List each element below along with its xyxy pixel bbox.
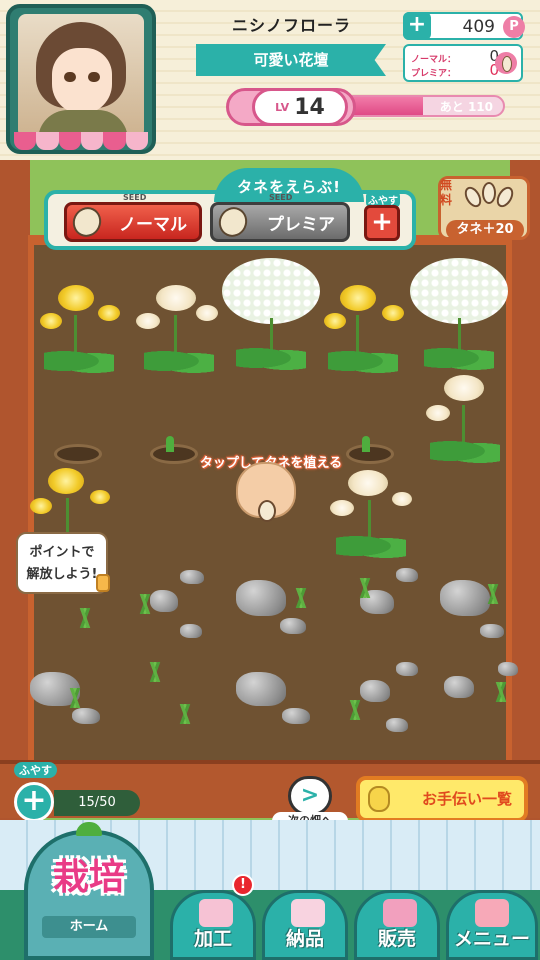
building-icon bbox=[475, 899, 509, 927]
seed-pile-icon bbox=[461, 180, 520, 212]
rock[interactable] bbox=[280, 618, 306, 634]
rock[interactable] bbox=[282, 708, 310, 724]
rock[interactable] bbox=[444, 676, 474, 698]
lock-icon bbox=[96, 574, 110, 592]
sprout bbox=[362, 436, 370, 452]
player-title-banner: 可愛い花壇 bbox=[196, 44, 386, 76]
rock[interactable] bbox=[72, 708, 100, 724]
free-seed-bonus[interactable]: タネ＋20 bbox=[446, 220, 524, 240]
seed-count-panel: ノーマル： 0 プレミア： 0 bbox=[403, 44, 523, 82]
weed bbox=[130, 594, 160, 614]
expand-field-label: ふやす bbox=[14, 762, 57, 778]
tab-cultivate-label: 栽培 bbox=[52, 857, 125, 898]
tab-process-label: 加工 bbox=[193, 928, 232, 950]
normal-seed-label: ノーマル： bbox=[411, 55, 457, 65]
points-panel: + 409 P bbox=[403, 12, 525, 40]
add-points-button[interactable]: + bbox=[403, 12, 431, 40]
seed-icon bbox=[495, 52, 517, 74]
unlock-hint-line2: 解放しよう! bbox=[26, 567, 98, 582]
bouquet-icon bbox=[199, 899, 233, 927]
helper-mascot-icon bbox=[368, 786, 390, 812]
tab-sell[interactable]: 販売 bbox=[354, 890, 440, 960]
sprout-hole[interactable] bbox=[150, 444, 198, 464]
weed bbox=[286, 588, 316, 608]
expand-field-button[interactable]: + bbox=[14, 782, 54, 822]
rock[interactable] bbox=[236, 672, 286, 706]
tab-sell-label: 販売 bbox=[377, 928, 416, 950]
fence-right bbox=[510, 160, 540, 820]
seed-icon bbox=[258, 500, 276, 522]
weed bbox=[478, 584, 508, 604]
fence-left bbox=[0, 160, 30, 820]
weed bbox=[140, 662, 170, 682]
header: ニシノフローラ 可愛い花壇 あと 110 LV 14 + 409 P ノーマル：… bbox=[0, 0, 540, 160]
alert-badge: ! bbox=[232, 874, 254, 896]
normal-seed-button[interactable]: SEED ノーマル bbox=[64, 193, 202, 242]
weed bbox=[60, 688, 90, 708]
rock[interactable] bbox=[236, 580, 286, 616]
seed-icon bbox=[213, 202, 253, 242]
tab-menu-label: メニュー bbox=[453, 928, 530, 950]
weed bbox=[486, 682, 516, 702]
weed bbox=[170, 704, 200, 724]
rock[interactable] bbox=[480, 624, 504, 638]
weed bbox=[350, 578, 380, 598]
tab-menu[interactable]: メニュー bbox=[446, 890, 538, 960]
seed-tag: SEED bbox=[123, 193, 147, 202]
level-badge: LV 14 bbox=[252, 88, 348, 126]
rock[interactable] bbox=[180, 624, 202, 638]
weed bbox=[340, 700, 370, 720]
field-counter: 15/50 bbox=[54, 790, 140, 816]
unlock-hint-bubble[interactable]: ポイントで 解放しよう! bbox=[16, 532, 108, 594]
normal-seed-button-label: ノーマル bbox=[119, 214, 187, 235]
normal-seed-count: ノーマル： 0 bbox=[411, 47, 499, 65]
level-prefix: LV bbox=[275, 100, 290, 114]
weed bbox=[70, 608, 100, 628]
free-label: 無料 bbox=[440, 178, 453, 207]
points-icon: P bbox=[503, 16, 525, 38]
premium-seed-button[interactable]: SEED プレミア bbox=[210, 193, 350, 242]
tab-home-label: ホーム bbox=[42, 916, 136, 938]
rock[interactable] bbox=[396, 662, 418, 676]
gift-box-icon bbox=[291, 899, 325, 927]
rock[interactable] bbox=[360, 680, 390, 702]
tab-deliver[interactable]: 納品 bbox=[262, 890, 348, 960]
level-remaining-text: あと 110 bbox=[439, 100, 493, 114]
unlock-hint-line1: ポイントで bbox=[29, 545, 95, 560]
level-value: 14 bbox=[294, 94, 325, 120]
sprout-hole[interactable] bbox=[346, 444, 394, 464]
premium-seed-label: プレミア： bbox=[411, 69, 457, 79]
rock[interactable] bbox=[180, 570, 204, 584]
empty-planting-hole[interactable] bbox=[54, 444, 102, 464]
rock[interactable] bbox=[396, 568, 418, 582]
rock[interactable] bbox=[498, 662, 518, 676]
avatar-frame[interactable] bbox=[6, 4, 156, 154]
player-name: ニシノフローラ bbox=[232, 16, 352, 35]
tab-deliver-label: 納品 bbox=[285, 928, 324, 950]
avatar[interactable] bbox=[18, 14, 144, 138]
premium-seed-button-label: プレミア bbox=[267, 214, 335, 235]
next-field-button[interactable]: > bbox=[288, 776, 332, 816]
premium-seed-count: プレミア： 0 bbox=[411, 61, 499, 79]
rock[interactable] bbox=[386, 718, 408, 732]
seed-icon bbox=[67, 202, 107, 242]
seed-tag: SEED bbox=[269, 193, 293, 202]
shop-awning bbox=[14, 132, 148, 152]
shop-cart-icon bbox=[383, 899, 417, 927]
points-value: 409 bbox=[462, 17, 495, 37]
sprout bbox=[166, 436, 174, 452]
add-seed-button[interactable]: + bbox=[364, 205, 400, 241]
tab-process[interactable]: 加工 bbox=[170, 890, 256, 960]
